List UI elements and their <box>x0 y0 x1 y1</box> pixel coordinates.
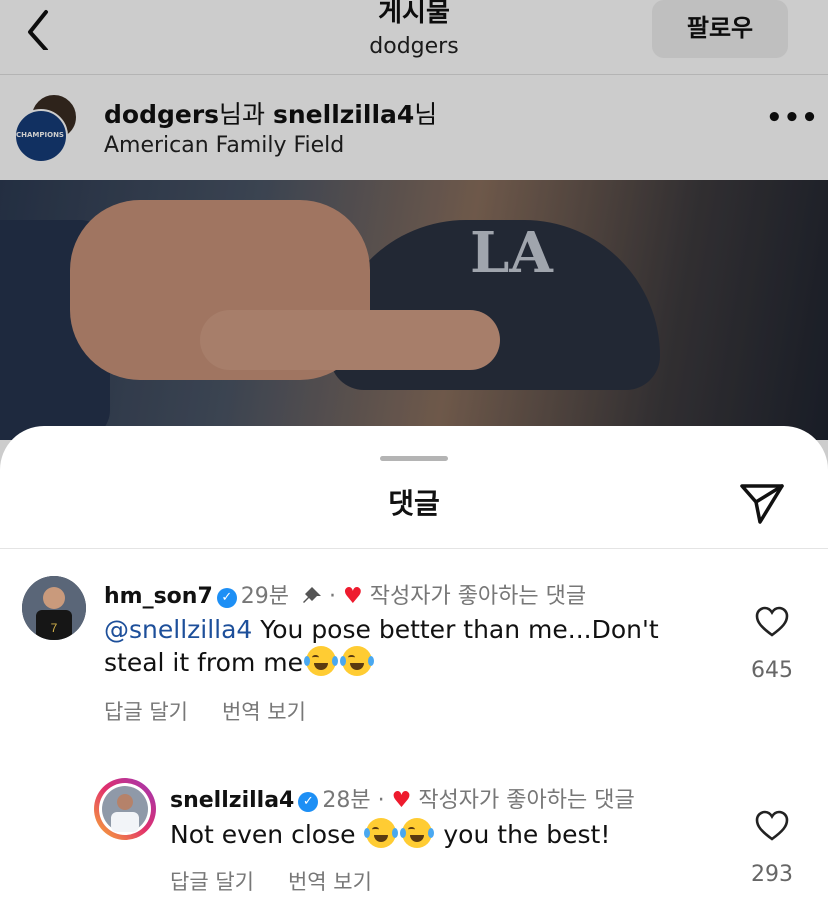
liked-heart-icon: ♥ <box>391 788 412 813</box>
comment-text-before: Not even close <box>170 820 364 849</box>
comment-time: 28분 <box>322 788 371 813</box>
avatar-photo <box>99 783 151 835</box>
laughing-tears-emoji <box>364 818 399 848</box>
reply-comment-item: snellzilla4 ✓ 28분 · ♥ 작성자가 좋아하는 댓글 Not eve… <box>0 426 828 899</box>
reply-button[interactable]: 답글 달기 <box>170 870 254 894</box>
commenter-avatar[interactable] <box>94 778 156 840</box>
comments-sheet: 댓글 7 hm_son7 ✓ 29분 · ♥ 작성자가 좋아하는 댓글 @snell… <box>0 426 828 899</box>
comment-text: Not even close you the best! <box>170 818 730 851</box>
like-count: 293 <box>751 862 793 887</box>
liked-by-author-label: 작성자가 좋아하는 댓글 <box>418 788 635 813</box>
comment-username[interactable]: snellzilla4 <box>170 788 294 813</box>
comment-actions: 답글 달기 번역 보기 <box>170 866 406 896</box>
verified-icon: ✓ <box>298 792 319 812</box>
translate-button[interactable]: 번역 보기 <box>288 870 372 894</box>
laughing-tears-emoji <box>400 818 435 848</box>
comment-text-after: you the best! <box>435 820 611 849</box>
like-heart-icon[interactable] <box>755 810 789 842</box>
meta-separator: · <box>377 788 385 813</box>
comment-header: snellzilla4 ✓ 28분 · ♥ 작성자가 좋아하는 댓글 <box>170 782 635 814</box>
